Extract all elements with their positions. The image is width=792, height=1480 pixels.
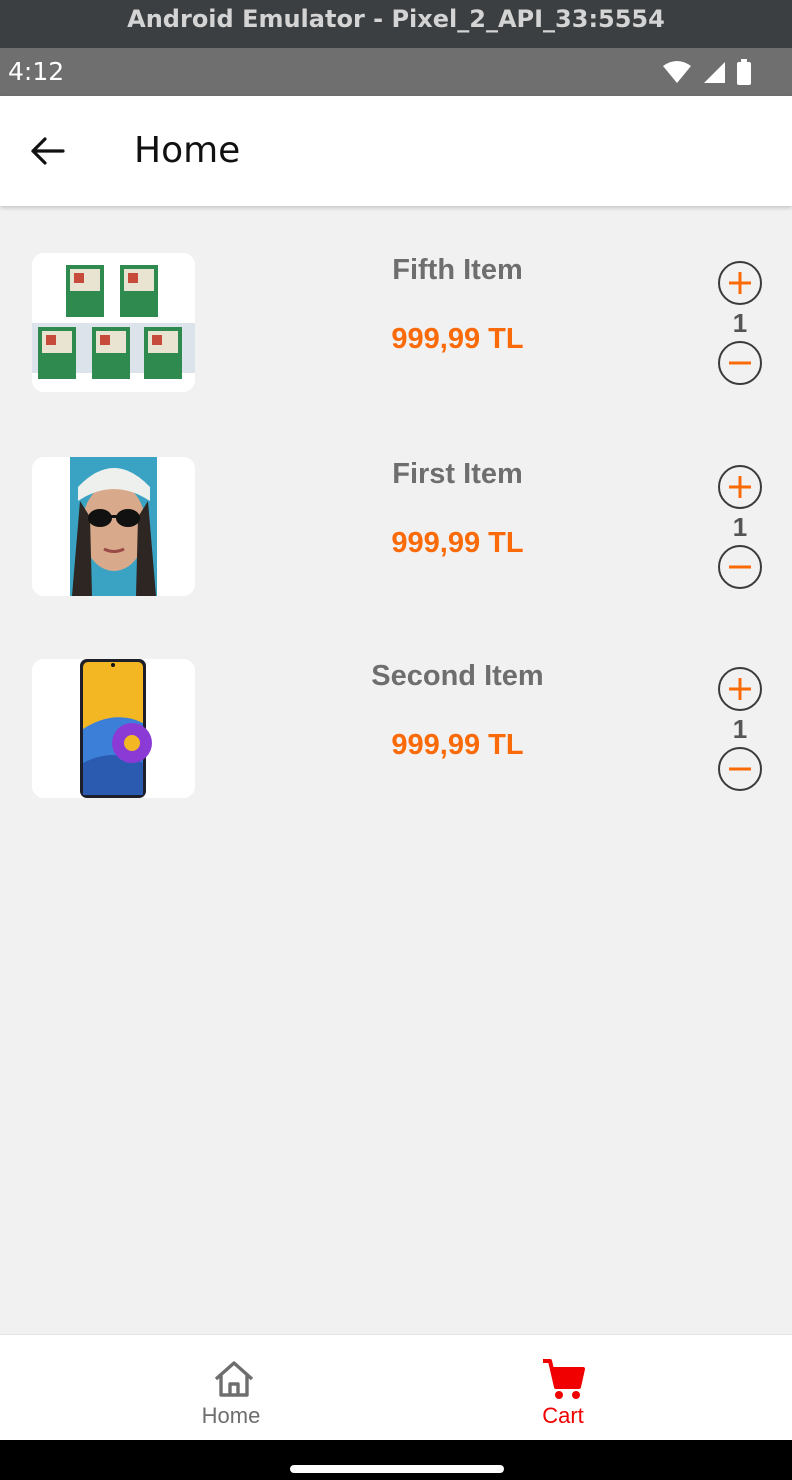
wifi-icon — [663, 61, 691, 83]
seed-packets-image — [32, 253, 195, 392]
page-title: Home — [134, 130, 241, 171]
quantity-value: 1 — [732, 512, 748, 542]
cart-item: Second Item 999,99 TL 1 — [0, 612, 792, 798]
arrow-left-icon — [31, 137, 65, 165]
product-image[interactable] — [32, 659, 195, 798]
product-image[interactable] — [32, 457, 195, 596]
status-icons — [662, 58, 752, 86]
minus-icon — [729, 361, 751, 365]
item-info: Second Item 999,99 TL — [300, 612, 615, 762]
quantity-stepper: 1 — [718, 465, 762, 589]
item-price: 999,99 TL — [391, 729, 524, 761]
item-name: Fifth Item — [392, 254, 523, 286]
status-time: 4:12 — [8, 57, 65, 86]
signal-icon — [704, 62, 725, 83]
increment-button[interactable] — [718, 667, 762, 711]
increment-button[interactable] — [718, 261, 762, 305]
product-image[interactable] — [32, 253, 195, 392]
plus-icon — [729, 476, 751, 498]
nav-cart-label: Cart — [542, 1403, 584, 1428]
back-button[interactable] — [22, 126, 72, 176]
home-gesture-pill[interactable] — [290, 1465, 504, 1473]
item-name: First Item — [392, 458, 523, 490]
item-price: 999,99 TL — [391, 527, 524, 559]
quantity-stepper: 1 — [718, 667, 762, 791]
home-icon — [214, 1361, 254, 1397]
item-name: Second Item — [371, 660, 544, 692]
item-price: 999,99 TL — [391, 323, 524, 355]
increment-button[interactable] — [718, 465, 762, 509]
app-bar: Home — [0, 96, 792, 206]
decrement-button[interactable] — [718, 545, 762, 589]
minus-icon — [729, 565, 751, 569]
decrement-button[interactable] — [718, 747, 762, 791]
quantity-stepper: 1 — [718, 261, 762, 385]
quantity-value: 1 — [732, 308, 748, 338]
system-nav-bar — [0, 1440, 792, 1480]
cart-icon — [543, 1359, 585, 1399]
cart-item: Fifth Item 999,99 TL 1 — [0, 206, 792, 392]
nav-home-label: Home — [201, 1403, 261, 1428]
nav-home[interactable]: Home — [0, 1335, 396, 1441]
cart-item: First Item 999,99 TL 1 — [0, 410, 792, 596]
plus-icon — [729, 272, 751, 294]
quantity-value: 1 — [732, 714, 748, 744]
minus-icon — [729, 767, 751, 771]
battery-icon — [737, 59, 751, 85]
item-info: Fifth Item 999,99 TL — [300, 206, 615, 356]
status-bar: 4:12 — [0, 48, 792, 96]
woman-sunglasses-image — [32, 457, 195, 596]
decrement-button[interactable] — [718, 341, 762, 385]
item-info: First Item 999,99 TL — [300, 410, 615, 560]
plus-icon — [729, 678, 751, 700]
bottom-navigation: Home Cart — [0, 1334, 792, 1440]
emulator-title: Android Emulator - Pixel_2_API_33:5554 — [0, 0, 792, 48]
smartphone-image — [32, 659, 195, 798]
nav-cart[interactable]: Cart — [365, 1335, 761, 1441]
